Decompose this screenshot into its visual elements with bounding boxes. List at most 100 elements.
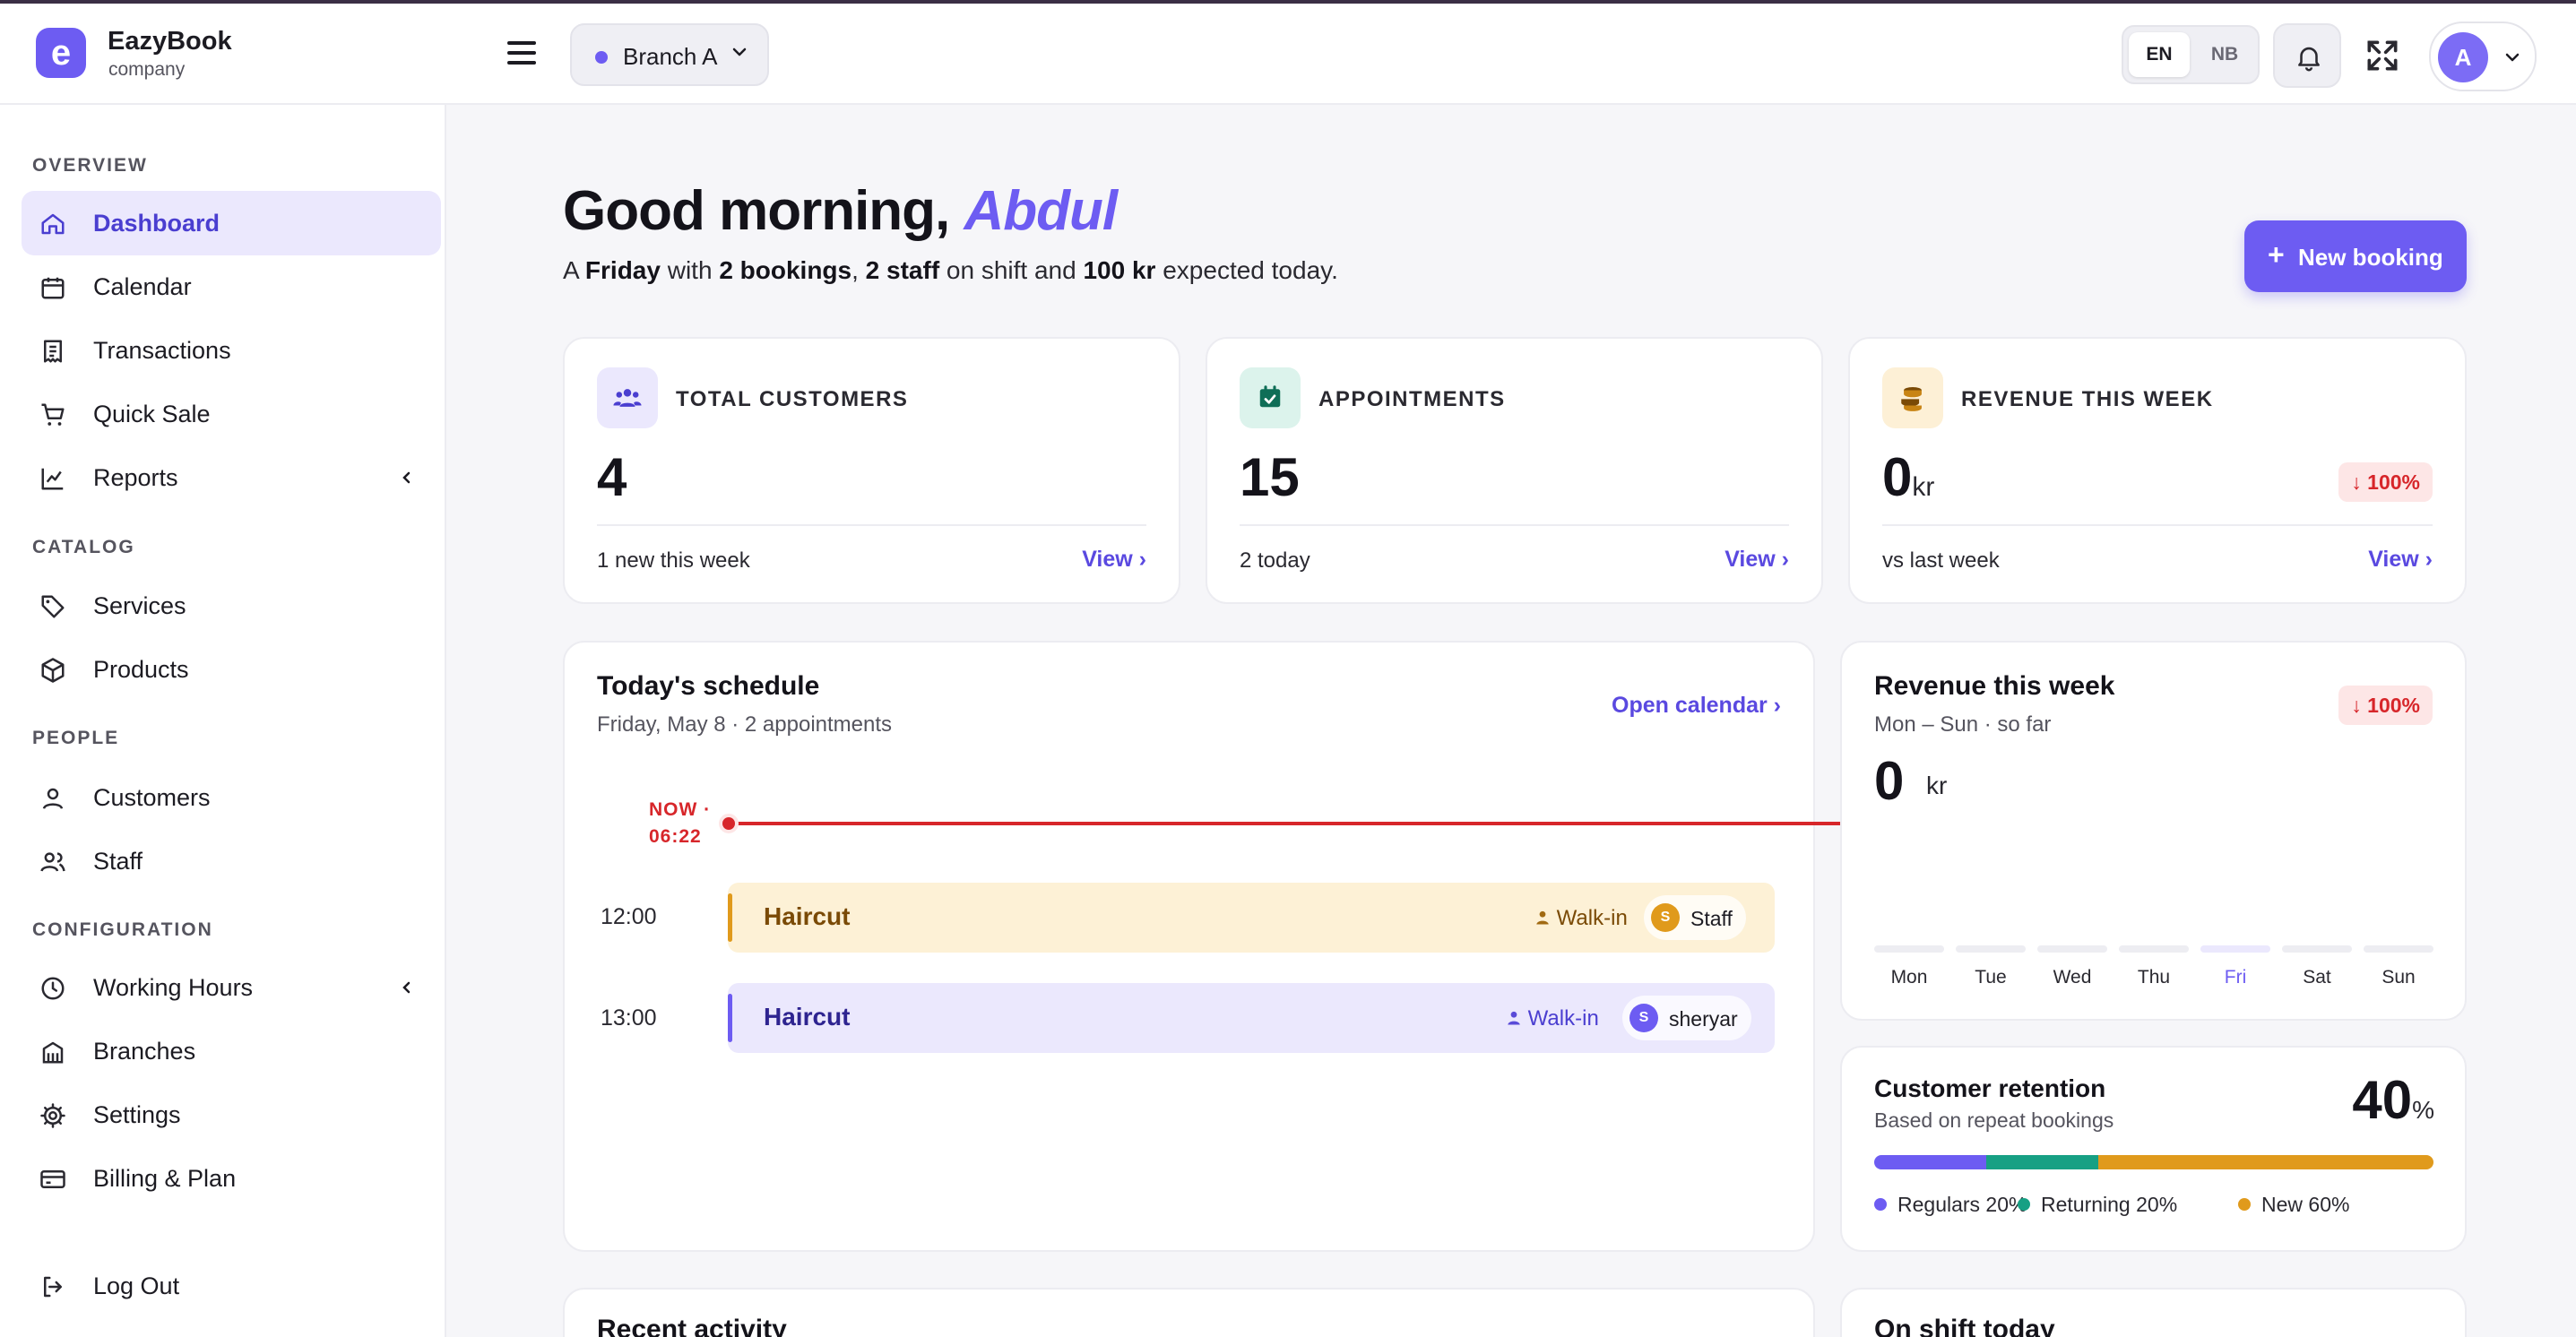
- divider: [597, 524, 1146, 526]
- calendar-check-icon: [1240, 367, 1301, 428]
- sidebar-item-label: Customers: [93, 784, 211, 811]
- sidebar-item-label: Billing & Plan: [93, 1165, 237, 1192]
- legend-item: Returning 20%: [2018, 1193, 2177, 1217]
- logout-button[interactable]: Log Out: [22, 1254, 441, 1318]
- sidebar-item-billing[interactable]: Billing & Plan: [22, 1146, 441, 1211]
- sidebar-item-label: Staff: [93, 848, 143, 875]
- sidebar-item-label: Transactions: [93, 337, 231, 364]
- stat-value: 0kr: [1882, 447, 1935, 507]
- branch-selector[interactable]: Branch A: [570, 23, 769, 86]
- retention-segment: [1874, 1155, 1986, 1169]
- day-label: Wed: [2053, 967, 2092, 988]
- avatar: A: [2438, 32, 2488, 82]
- now-indicator-line: [730, 822, 1938, 825]
- staff-avatar: S: [1629, 1004, 1658, 1032]
- schedule-card: Today's schedule Friday, May 8 · 2 appoi…: [563, 641, 1938, 1252]
- sidebar-item-products[interactable]: Products: [22, 637, 441, 702]
- top-header: e EazyBook company Branch A EN NB A: [0, 4, 2576, 105]
- day-label: Tue: [1975, 967, 2007, 988]
- recent-activity-card: Recent activity: [563, 1288, 1815, 1337]
- appointment-block[interactable]: Haircut Walk-in S Staff: [728, 883, 1775, 953]
- retention-value: 40%: [2352, 1070, 2434, 1130]
- view-customers-link[interactable]: View ›: [1082, 547, 1146, 573]
- appointment-service: Haircut: [764, 902, 851, 930]
- legend-dot: [1874, 1198, 1887, 1211]
- sidebar-item-branches[interactable]: Branches: [22, 1019, 441, 1083]
- new-booking-label: New booking: [2298, 244, 2443, 271]
- gear-icon: [40, 1103, 65, 1128]
- brand-logo[interactable]: e: [36, 28, 86, 78]
- page-title: Good morning, Abdul: [563, 179, 1119, 243]
- lang-nb-button[interactable]: NB: [2195, 32, 2254, 77]
- schedule-subtitle: Friday, May 8 · 2 appointments: [597, 712, 893, 737]
- now-indicator-label: NOW · 06:22: [649, 799, 712, 847]
- receipt-icon: [44, 340, 62, 363]
- view-revenue-link[interactable]: View ›: [2368, 547, 2433, 573]
- user-menu[interactable]: A: [2429, 22, 2537, 91]
- sidebar-item-label: Reports: [93, 464, 178, 491]
- fullscreen-icon[interactable]: [2363, 36, 2402, 75]
- sidebar-item-customers[interactable]: Customers: [22, 765, 441, 830]
- appointment-type: Walk-in: [1534, 906, 1628, 931]
- sidebar-item-dashboard[interactable]: Dashboard: [22, 191, 441, 255]
- stat-footnote: vs last week: [1882, 548, 2000, 573]
- greeting-name: Abdul: [964, 180, 1119, 242]
- staff-name: sheryar: [1669, 1007, 1738, 1031]
- sidebar-item-services[interactable]: Services: [22, 574, 441, 638]
- tag-icon: [41, 595, 65, 618]
- sidebar-item-label: Products: [93, 656, 189, 683]
- lang-en-button[interactable]: EN: [2129, 32, 2190, 77]
- view-appointments-link[interactable]: View ›: [1725, 547, 1789, 573]
- day-bar-fri: [2200, 945, 2270, 953]
- revenue-week-unit: kr: [1926, 772, 1948, 799]
- chart-line-icon: [41, 468, 64, 490]
- day-bar-thu: [2119, 945, 2189, 953]
- sidebar-item-settings[interactable]: Settings: [22, 1083, 441, 1147]
- retention-bar: [1874, 1155, 2433, 1169]
- sidebar-item-label: Settings: [93, 1101, 181, 1128]
- greeting-summary: A Friday with 2 bookings, 2 staff on shi…: [563, 256, 1338, 284]
- stat-card-customers: TOTAL CUSTOMERS 4 1 new this week View ›: [563, 337, 1180, 604]
- divider: [1882, 524, 2433, 526]
- slot-time: 12:00: [601, 904, 657, 929]
- staff-avatar: S: [1651, 903, 1680, 932]
- day-bar-sun: [2364, 945, 2433, 953]
- legend-dot: [2018, 1198, 2030, 1211]
- notifications-button[interactable]: [2273, 23, 2341, 88]
- appointment-block[interactable]: Haircut Walk-in S sheryar: [728, 983, 1775, 1053]
- credit-card-icon: [40, 1170, 65, 1188]
- now-indicator-dot: [719, 814, 739, 833]
- stat-value: 4: [597, 447, 627, 507]
- section-title-people: PEOPLE: [32, 728, 120, 748]
- schedule-title: Today's schedule: [597, 671, 820, 701]
- appointment-accent: [728, 893, 732, 942]
- day-bar-tue: [1956, 945, 2026, 953]
- sidebar-item-label: Quick Sale: [93, 401, 211, 427]
- new-booking-button[interactable]: + New booking: [2244, 220, 2467, 292]
- open-calendar-link[interactable]: Open calendar ›: [1612, 693, 1781, 719]
- retention-subtitle: Based on repeat bookings: [1874, 1108, 2114, 1132]
- on-shift-title: On shift today: [1874, 1315, 2055, 1337]
- sidebar-item-quick-sale[interactable]: Quick Sale: [22, 382, 441, 446]
- sidebar-item-working-hours[interactable]: Working Hours: [22, 955, 441, 1020]
- on-shift-card: On shift today: [1840, 1288, 2467, 1337]
- menu-toggle-icon[interactable]: [507, 41, 536, 65]
- day-bar-sat: [2282, 945, 2352, 953]
- brand-subtitle: company: [108, 59, 186, 80]
- stat-footnote: 2 today: [1240, 548, 1310, 573]
- appointment-accent: [728, 994, 732, 1042]
- legend-item: Regulars 20%: [1874, 1193, 2027, 1217]
- sidebar-item-label: Working Hours: [93, 974, 254, 1001]
- sidebar-item-calendar[interactable]: Calendar: [22, 254, 441, 319]
- sidebar-item-transactions[interactable]: Transactions: [22, 318, 441, 383]
- users-icon: [40, 852, 65, 872]
- branch-status-dot: [595, 51, 608, 64]
- sidebar-item-staff[interactable]: Staff: [22, 829, 441, 893]
- plus-icon: +: [2268, 238, 2285, 271]
- sidebar-item-label: Services: [93, 592, 186, 619]
- retention-segment: [1985, 1155, 2098, 1169]
- logout-icon: [44, 1276, 62, 1298]
- sidebar-item-reports[interactable]: Reports: [22, 445, 441, 510]
- user-icon: [1508, 1011, 1520, 1025]
- chevron-left-icon: [402, 981, 411, 994]
